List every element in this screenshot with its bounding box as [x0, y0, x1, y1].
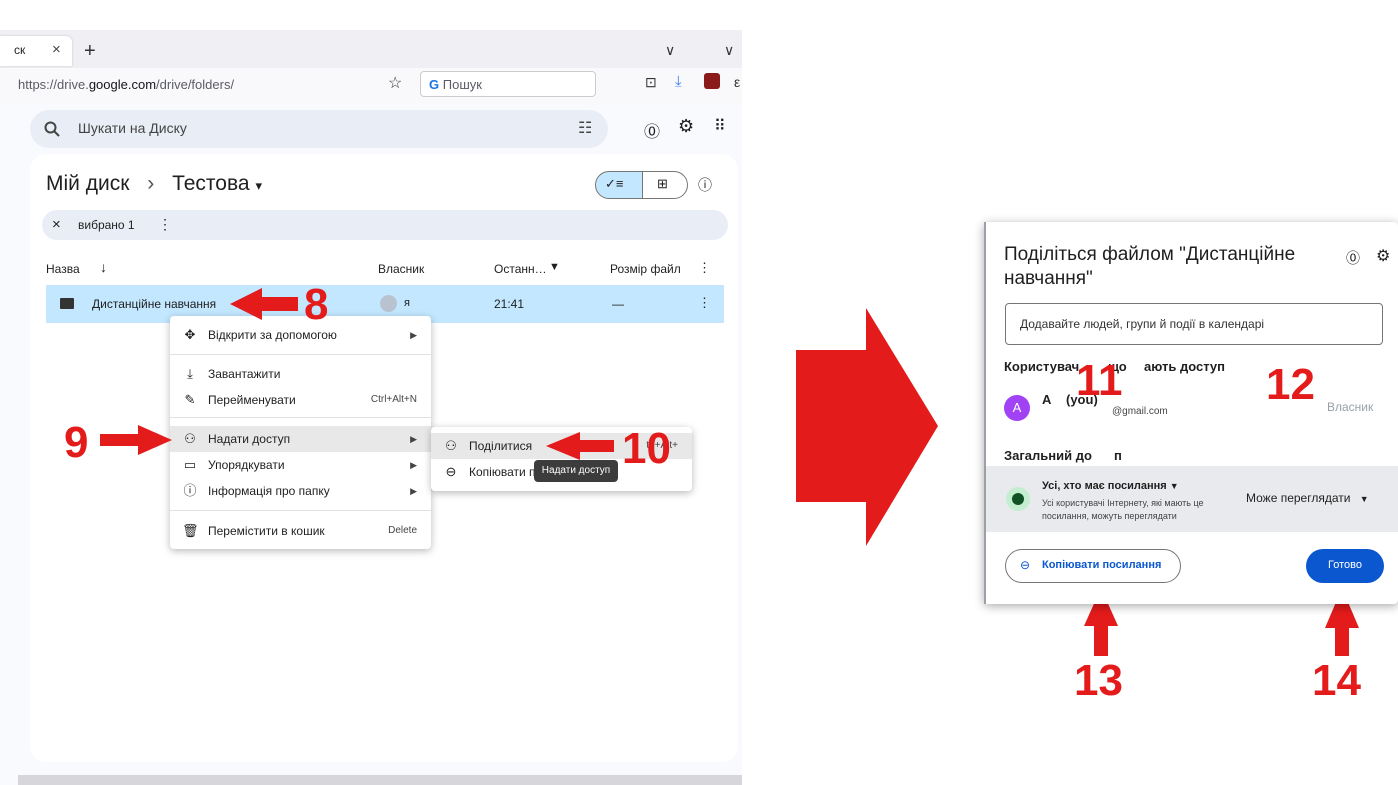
access-description-line1: Усі користувачі Інтернету, які мають це — [1042, 498, 1204, 508]
arrow-9 — [100, 425, 172, 455]
annotation-number-13: 13 — [1074, 656, 1123, 705]
general-access-heading-right: п — [1114, 448, 1122, 463]
user-email: @gmail.com — [1112, 406, 1168, 417]
access-scope-select[interactable]: Усі, хто має посилання ▼ — [1042, 480, 1179, 492]
annotation-number-11: 11 — [1076, 356, 1123, 405]
people-heading-left: Користувач — [1004, 359, 1080, 374]
chevron-down-icon: ▼ — [1359, 494, 1369, 504]
user-role: Власник — [1327, 400, 1374, 414]
link-icon: ⊖ — [1020, 558, 1031, 572]
annotation-number-9: 9 — [64, 418, 89, 467]
role-select[interactable]: Може переглядати ▼ — [1246, 491, 1369, 505]
access-description-line2: посилання, можуть переглядати — [1042, 511, 1177, 521]
big-transition-arrow — [796, 308, 938, 546]
copy-link-button[interactable]: ⊖ Копіювати посилання — [1005, 549, 1181, 583]
arrow-8 — [230, 288, 298, 320]
annotation-number-8: 8 — [304, 280, 329, 329]
copy-link-label: Копіювати посилання — [1042, 559, 1162, 571]
dialog-title-line2: навчання" — [1004, 268, 1093, 289]
globe-icon — [1006, 487, 1030, 511]
access-scope-label: Усі, хто має посилання — [1042, 480, 1167, 492]
done-button[interactable]: Готово — [1306, 549, 1384, 583]
avatar: A — [1004, 395, 1030, 421]
people-heading-right: ають доступ — [1144, 359, 1226, 374]
dialog-left-edge — [984, 222, 986, 604]
add-people-placeholder: Додавайте людей, групи й події в календа… — [1020, 317, 1265, 331]
arrow-10 — [546, 432, 614, 460]
done-label: Готово — [1328, 559, 1362, 571]
settings-gear-icon[interactable]: ⚙ — [1376, 246, 1390, 266]
chevron-down-icon: ▼ — [1169, 481, 1179, 491]
annotation-number-12: 12 — [1266, 360, 1315, 409]
role-label: Може переглядати — [1246, 491, 1351, 505]
annotation-number-14: 14 — [1312, 656, 1361, 705]
general-access-heading-left: Загальний до — [1004, 448, 1092, 463]
general-access-row: Усі, хто має посилання ▼ Усі користувачі… — [986, 466, 1398, 532]
help-icon[interactable]: ⓪ — [1346, 248, 1360, 268]
add-people-input[interactable]: Додавайте людей, групи й події в календа… — [1005, 303, 1383, 345]
share-dialog: Поділіться файлом "Дистанційне навчання"… — [984, 222, 1398, 604]
dialog-title-line1: Поділіться файлом "Дистанційне — [1004, 244, 1296, 265]
annotation-number-10: 10 — [622, 424, 671, 473]
user-name: A — [1042, 392, 1052, 407]
